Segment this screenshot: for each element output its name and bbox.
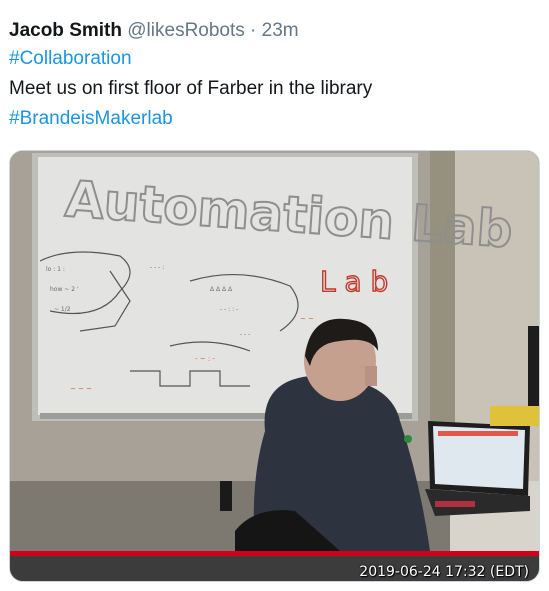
svg-text:L a b: L a b — [320, 265, 388, 298]
hashtag-brandeis-makerlab[interactable]: #BrandeisMakerlab — [9, 108, 173, 129]
svg-text:~ 1/2: ~ 1/2 — [54, 306, 71, 313]
author-name[interactable]: Jacob Smith — [9, 20, 122, 41]
svg-text:- - : : -: - - : : - — [220, 306, 238, 313]
svg-text:lo : 1 :: lo : 1 : — [46, 266, 65, 273]
tweet: Jacob Smith @likesRobots · 23m #Collabor… — [9, 18, 539, 134]
recording-bar — [10, 551, 539, 556]
svg-text:~ ~ ~: ~ ~ ~ — [70, 385, 92, 393]
photo-scene: Automation Lab lo : 1 : how ~ 2 ' ~ 1/2 … — [10, 151, 539, 581]
hashtag-line-1: #Collaboration — [9, 44, 539, 74]
hashtag-line-2: #BrandeisMakerlab — [9, 104, 539, 134]
svg-text:~ ~: ~ ~ — [300, 315, 314, 323]
separator-dot: · — [250, 20, 257, 41]
svg-text:- - -: - - - — [240, 331, 250, 338]
svg-text:- - - :: - - - : — [150, 264, 164, 271]
author-handle[interactable]: @likesRobots — [127, 20, 245, 41]
tweet-time[interactable]: 23m — [262, 20, 299, 41]
photo-timestamp: 2019-06-24 17:32 (EDT) — [359, 564, 529, 580]
svg-text:how ~ 2 ': how ~ 2 ' — [50, 286, 79, 293]
laptop — [425, 421, 530, 516]
tweet-photo[interactable]: Automation Lab lo : 1 : how ~ 2 ' ~ 1/2 … — [9, 150, 540, 582]
svg-text:Δ Δ Δ Δ: Δ Δ Δ Δ — [210, 286, 233, 293]
hashtag-collaboration[interactable]: #Collaboration — [9, 48, 132, 69]
svg-text:- ~ : -: - ~ : - — [195, 355, 215, 363]
tweet-body: Meet us on first floor of Farber in the … — [9, 78, 373, 99]
tweet-header: Jacob Smith @likesRobots · 23m — [9, 18, 539, 44]
